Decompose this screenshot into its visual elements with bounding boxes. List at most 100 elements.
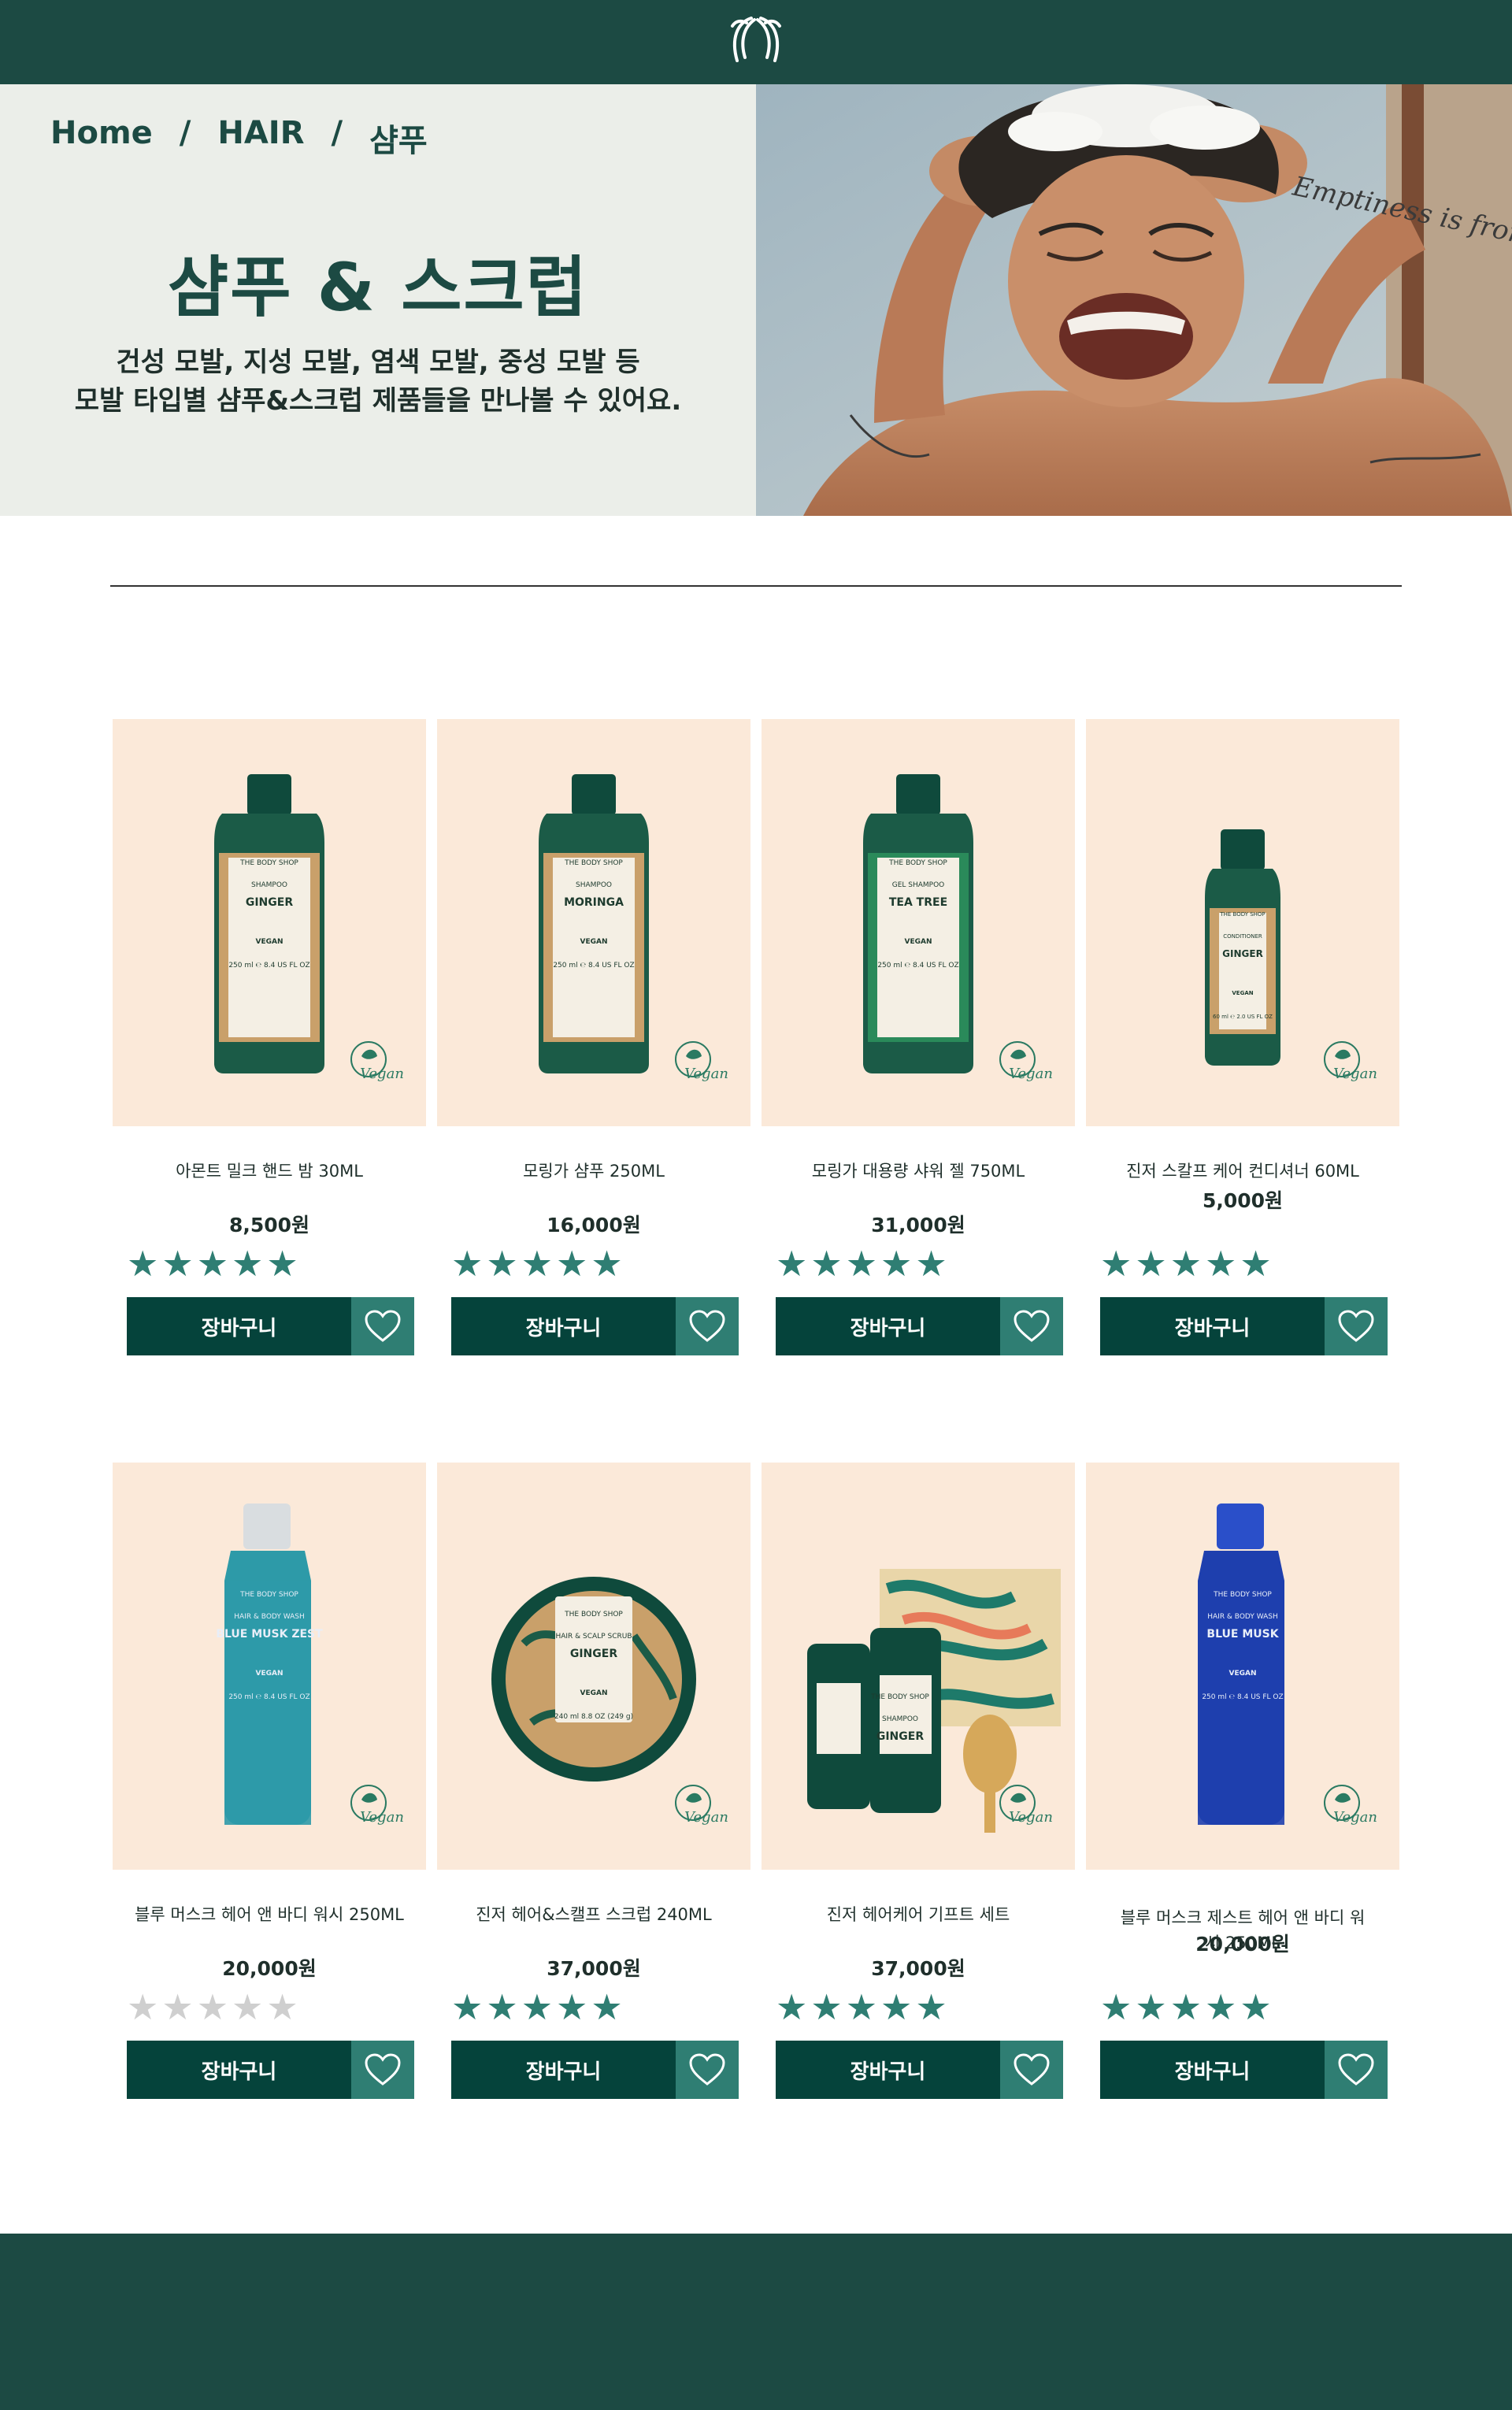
product-name[interactable]: 모링가 대용량 샤워 젤 750ML [762, 1159, 1075, 1184]
star-icon: ★ [591, 1986, 623, 2028]
star-icon: ★ [880, 1243, 913, 1285]
product-name[interactable]: 진저 헤어케어 기프트 세트 [762, 1902, 1075, 1927]
wishlist-button[interactable] [351, 2041, 414, 2099]
star-icon: ★ [776, 1243, 808, 1285]
breadcrumb: Home / HAIR / 샴푸 [50, 115, 428, 161]
star-icon: ★ [845, 1986, 878, 2028]
vegan-badge-label: Vegan [684, 1809, 728, 1826]
product-name[interactable]: 아몬트 밀크 핸드 밤 30ML [113, 1159, 426, 1184]
product-label-name: GINGER [570, 1648, 617, 1660]
star-icon: ★ [556, 1986, 588, 2028]
star-icon: ★ [1135, 1986, 1167, 2028]
product-label-brand: THE BODY SHOP [564, 1611, 623, 1618]
product-card[interactable]: THE BODY SHOP GEL SHAMPOO TEA TREE VEGAN 250… [762, 719, 1075, 1381]
product-label-type: SHAMPOO [251, 881, 287, 889]
wishlist-button[interactable] [1325, 1297, 1388, 1355]
product-image[interactable]: THE BODY SHOP GEL SHAMPOO TEA TREE VEGAN 250… [762, 719, 1075, 1126]
hero-subtitle: 건성 모발, 지성 모발, 염색 모발, 중성 모발 등 모발 타입별 샴푸&스… [0, 343, 756, 421]
add-to-cart-button[interactable]: 장바구니 [1100, 1297, 1325, 1355]
star-icon: ★ [451, 1243, 484, 1285]
product-name[interactable]: 블루 머스크 헤어 앤 바디 워시 250ML [113, 1902, 426, 1927]
wishlist-button[interactable] [676, 2041, 739, 2099]
add-to-cart-button[interactable]: 장바구니 [451, 1297, 676, 1355]
product-label-vegan: VEGAN [256, 938, 284, 946]
product-label-type: GEL SHAMPOO [892, 881, 945, 889]
product-card[interactable]: THE BODY SHOP SHAMPOO MORINGA VEGAN 250 ml ℮… [437, 719, 750, 1381]
add-to-cart-button[interactable]: 장바구니 [127, 2041, 351, 2099]
star-icon: ★ [1240, 1986, 1272, 2028]
product-name[interactable]: 진저 헤어&스캘프 스크럽 240ML [437, 1902, 750, 1927]
product-card[interactable]: THE BODY SHOP HAIR & BODY WASH BLUE MUSK Z… [113, 1463, 426, 2124]
star-icon: ★ [556, 1243, 588, 1285]
breadcrumb-home-link[interactable]: Home [50, 115, 153, 161]
hero-subtitle-line: 건성 모발, 지성 모발, 염색 모발, 중성 모발 등 [116, 347, 640, 378]
add-to-cart-button[interactable]: 장바구니 [776, 1297, 1000, 1355]
product-image[interactable]: THE BODY SHOP CONDITIONER GINGER VEGAN 60 ml… [1086, 719, 1399, 1126]
product-name[interactable]: 모링가 샴푸 250ML [437, 1159, 750, 1184]
product-card[interactable]: THE BODY SHOP HAIR & SCALP SCRUB GINGER VEG… [437, 1463, 750, 2124]
product-label-type: CONDITIONER [1223, 933, 1262, 940]
wishlist-button[interactable] [351, 1297, 414, 1355]
product-card[interactable]: THE BODY SHOP SHAMPOO GINGER Vegan 진저 헤어케어 기… [762, 1463, 1075, 2124]
vegan-badge-label: Vegan [684, 1066, 728, 1082]
product-label-brand: THE BODY SHOP [888, 859, 947, 867]
rating-stars: ★ ★ ★ ★ ★ [451, 1245, 623, 1283]
vegan-badge-icon: Vegan [350, 1041, 404, 1082]
product-label-brand: THE BODY SHOP [564, 859, 623, 867]
product-card[interactable]: THE BODY SHOP SHAMPOO GINGER VEGAN 250 ml ℮ … [113, 719, 426, 1381]
product-image[interactable]: THE BODY SHOP HAIR & BODY WASH BLUE MUSK Z… [113, 1463, 426, 1870]
add-to-cart-button[interactable]: 장바구니 [127, 1297, 351, 1355]
product-image[interactable]: THE BODY SHOP SHAMPOO MORINGA VEGAN 250 ml ℮… [437, 719, 750, 1126]
product-price: 5,000원 [1202, 1189, 1284, 1212]
product-label-type: HAIR & BODY WASH [234, 1613, 305, 1621]
breadcrumb-hair-link[interactable]: HAIR [217, 115, 304, 161]
leaf-logo-icon[interactable] [723, 12, 789, 67]
vegan-badge-icon: Vegan [999, 1785, 1053, 1826]
product-label-type: HAIR & SCALP SCRUB [555, 1633, 632, 1641]
product-label-volume: 250 ml ℮ 8.4 US FL OZ [228, 962, 309, 970]
product-label-volume: 240 ml 8.8 OZ (249 g) [554, 1713, 633, 1721]
product-image[interactable]: THE BODY SHOP HAIR & SCALP SCRUB GINGER VEG… [437, 1463, 750, 1870]
star-icon: ★ [880, 1986, 913, 2028]
star-icon: ★ [266, 1243, 298, 1285]
product-image[interactable]: THE BODY SHOP HAIR & BODY WASH BLUE MUSK VE… [1086, 1463, 1399, 1870]
breadcrumb-separator: / [331, 115, 343, 151]
product-label-brand: THE BODY SHOP [1213, 1591, 1272, 1599]
star-icon: ★ [591, 1243, 623, 1285]
product-image[interactable]: THE BODY SHOP SHAMPOO GINGER Vegan [762, 1463, 1075, 1870]
product-bottle-illustration: THE BODY SHOP HAIR & BODY WASH BLUE MUSK VE… [1198, 1503, 1377, 1826]
product-label-vegan: VEGAN [1232, 990, 1253, 996]
rating-stars: ★ ★ ★ ★ ★ [127, 1245, 298, 1283]
star-icon: ★ [1205, 1986, 1237, 2028]
product-bottle-illustration: THE BODY SHOP SHAMPOO GINGER Vegan [807, 1569, 1061, 1833]
star-icon: ★ [161, 1986, 194, 2028]
star-icon: ★ [127, 1986, 159, 2028]
wishlist-button[interactable] [676, 1297, 739, 1355]
wishlist-button[interactable] [1000, 2041, 1063, 2099]
star-icon: ★ [1100, 1986, 1132, 2028]
rating-stars: ★ ★ ★ ★ ★ [1100, 1989, 1272, 2026]
product-card[interactable]: THE BODY SHOP HAIR & BODY WASH BLUE MUSK VE… [1086, 1463, 1399, 2124]
heart-icon [365, 2053, 401, 2086]
product-label-brand: THE BODY SHOP [1219, 911, 1265, 918]
vegan-badge-label: Vegan [1009, 1066, 1053, 1082]
heart-icon [1338, 2053, 1374, 2086]
vegan-badge-label: Vegan [1009, 1809, 1053, 1826]
add-to-cart-button[interactable]: 장바구니 [451, 2041, 676, 2099]
star-icon: ★ [486, 1986, 518, 2028]
hero-image: Emptiness is from [756, 84, 1512, 516]
product-bottle-illustration: THE BODY SHOP GEL SHAMPOO TEA TREE VEGAN 250… [863, 774, 1053, 1082]
vegan-badge-icon: Vegan [350, 1785, 404, 1826]
wishlist-button[interactable] [1000, 1297, 1063, 1355]
wishlist-button[interactable] [1325, 2041, 1388, 2099]
product-name[interactable]: 진저 스칼프 케어 컨디셔너 60ML [1086, 1159, 1399, 1184]
product-label-name: TEA TREE [889, 896, 947, 909]
product-price: 20,000원 [1195, 1933, 1290, 1956]
add-to-cart-button[interactable]: 장바구니 [776, 2041, 1000, 2099]
breadcrumb-current: 샴푸 [369, 123, 428, 159]
product-label-name: BLUE MUSK ZEST [216, 1628, 323, 1641]
product-label-type: HAIR & BODY WASH [1207, 1613, 1278, 1621]
add-to-cart-button[interactable]: 장바구니 [1100, 2041, 1325, 2099]
product-card[interactable]: THE BODY SHOP CONDITIONER GINGER VEGAN 60 ml… [1086, 719, 1399, 1381]
product-image[interactable]: THE BODY SHOP SHAMPOO GINGER VEGAN 250 ml ℮ … [113, 719, 426, 1126]
